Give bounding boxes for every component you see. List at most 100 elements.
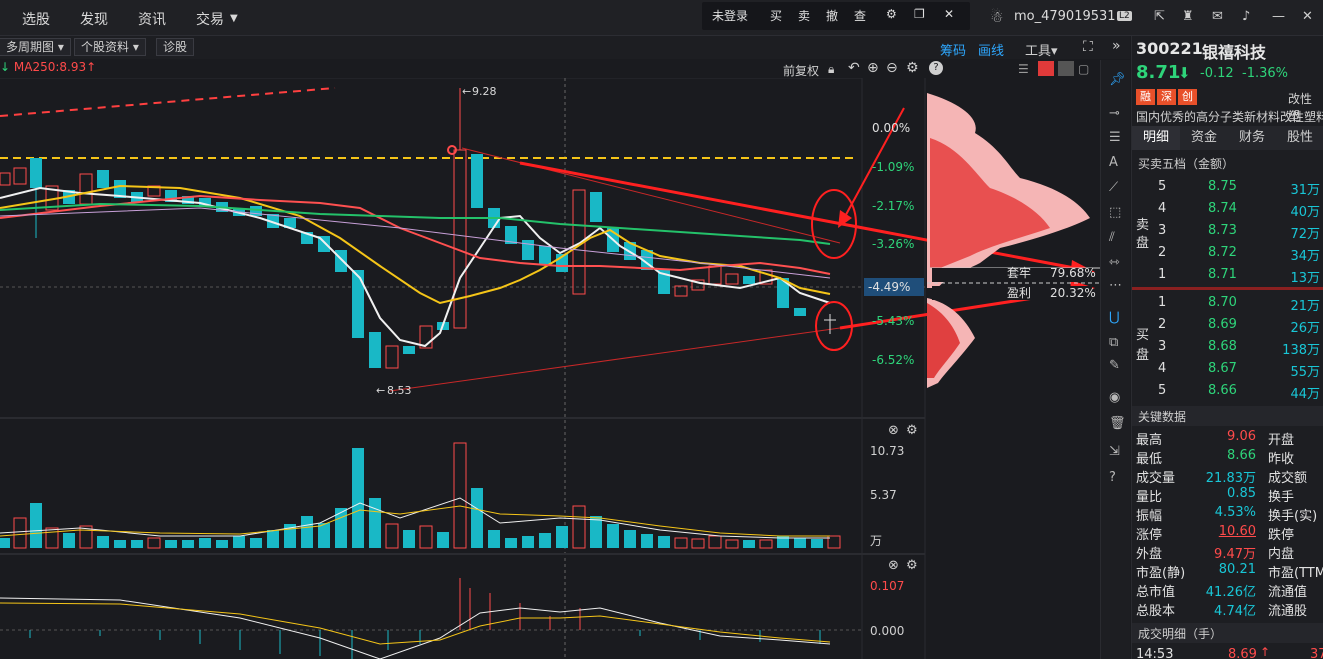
window-close-icon[interactable]: ✕ bbox=[1302, 9, 1313, 24]
draw-line-tab[interactable]: 画线 bbox=[978, 40, 1004, 59]
undo-icon[interactable]: ↶ bbox=[848, 60, 860, 76]
close-icon[interactable]: ✕ bbox=[944, 7, 954, 21]
buy-row[interactable]: 3 8.68 138万 bbox=[1132, 336, 1323, 358]
chevron-down-icon[interactable]: ▼ bbox=[230, 13, 238, 24]
low-price-value: 8.53 bbox=[387, 384, 412, 397]
text-tool-icon[interactable]: A bbox=[1109, 155, 1118, 170]
trash-icon[interactable]: 🗑︎ bbox=[1109, 416, 1126, 431]
tools-menu[interactable]: 工具▾ bbox=[1025, 40, 1058, 59]
sell-button[interactable]: 卖 bbox=[798, 7, 810, 24]
square-icon[interactable]: ▢ bbox=[1078, 62, 1089, 76]
lock-icon[interactable]: 🔒︎ bbox=[828, 62, 834, 77]
query-button[interactable]: 查 bbox=[854, 7, 866, 24]
top-navigation-bar: 选股 发现 资讯 交易 ▼ 未登录 买 卖 撤 查 ⚙ ❐ ✕ ☃ mo_479… bbox=[0, 0, 1323, 36]
tab-finance[interactable]: 财务 bbox=[1228, 126, 1276, 150]
nav-faxian[interactable]: 发现 bbox=[80, 9, 108, 29]
eye-icon[interactable]: ◉ bbox=[1109, 390, 1120, 405]
macd-settings-icon[interactable]: ⚙ bbox=[906, 558, 918, 573]
key-data-label-2: 跌停 bbox=[1268, 528, 1295, 543]
buy-amount: 26万 bbox=[1290, 321, 1320, 336]
cancel-order-button[interactable]: 撤 bbox=[826, 7, 838, 24]
sell-row[interactable]: 1 8.71 13万 bbox=[1132, 264, 1323, 286]
stock-info-button[interactable]: 个股资料 ▾ bbox=[74, 38, 146, 56]
buy-button[interactable]: 买 bbox=[770, 7, 782, 24]
fq-label[interactable]: 前复权 bbox=[783, 62, 819, 79]
pause-icon[interactable] bbox=[1058, 61, 1074, 76]
sell-price: 8.74 bbox=[1208, 201, 1237, 216]
pencil-icon[interactable]: ✎ bbox=[1109, 358, 1120, 373]
help-icon[interactable]: ? bbox=[929, 61, 943, 75]
measure-tool-icon[interactable]: ⇿ bbox=[1109, 255, 1120, 270]
stock-description: 国内优秀的高分子类新材料改性塑料 bbox=[1136, 110, 1323, 124]
gear-icon[interactable]: ⚙ bbox=[886, 7, 897, 21]
fullscreen-icon[interactable]: ⛶ bbox=[1083, 39, 1093, 55]
nav-xuangu[interactable]: 选股 bbox=[22, 9, 50, 29]
more-tools-icon[interactable]: ⋯ bbox=[1109, 278, 1122, 293]
kline-chart[interactable]: ← 9.28 ← 8.53 套牢 79.68% 盈利 20.32% bbox=[0, 78, 1100, 659]
zoom-out-icon[interactable]: ⊖ bbox=[886, 60, 898, 76]
sell-row[interactable]: 4 8.74 40万 bbox=[1132, 198, 1323, 220]
key-data-label: 成交量 bbox=[1136, 471, 1176, 486]
key-data-value: 80.21 bbox=[1218, 562, 1256, 577]
high-price-value: 9.28 bbox=[472, 85, 497, 98]
chips-tab[interactable]: 筹码 bbox=[940, 40, 966, 59]
buy-row[interactable]: 2 8.69 26万 bbox=[1132, 314, 1323, 336]
key-data-label-2: 市盈(TTM bbox=[1268, 566, 1323, 581]
tab-funds[interactable]: 资金 bbox=[1180, 126, 1228, 150]
login-status[interactable]: 未登录 bbox=[712, 7, 748, 24]
sell-price: 8.75 bbox=[1208, 179, 1237, 194]
buy-row[interactable]: 5 8.66 44万 bbox=[1132, 380, 1323, 402]
minimize-icon[interactable]: — bbox=[1272, 9, 1285, 24]
window-icon[interactable]: ❐ bbox=[914, 7, 925, 21]
chinext-badge: 创 bbox=[1178, 89, 1197, 105]
key-data-value: 41.26亿 bbox=[1205, 585, 1256, 600]
shirt-icon[interactable]: ♜ bbox=[1182, 9, 1194, 24]
sell-amount: 40万 bbox=[1290, 205, 1320, 220]
buy-row[interactable]: 4 8.67 55万 bbox=[1132, 358, 1323, 380]
export-icon[interactable]: ⇲ bbox=[1109, 444, 1120, 459]
ray-tool-icon[interactable]: ⟋ bbox=[1109, 180, 1118, 195]
axis-tick-0: 0.00% bbox=[872, 121, 911, 135]
trade-volume: 37 bbox=[1310, 647, 1323, 659]
key-data-label-2: 开盘 bbox=[1268, 433, 1295, 448]
channel-tool-icon[interactable]: ⫽ bbox=[1109, 230, 1115, 245]
key-data-value: 9.06 bbox=[1227, 429, 1256, 444]
trades-title: 成交明细（手） bbox=[1138, 627, 1223, 641]
list-icon[interactable]: ☰ bbox=[1018, 62, 1029, 76]
close-panel-icon[interactable]: ⊗ bbox=[888, 423, 899, 438]
avatar-icon[interactable]: ☃ bbox=[990, 8, 1003, 26]
sell-row[interactable]: 2 8.72 34万 bbox=[1132, 242, 1323, 264]
copy-icon[interactable]: ⧉ bbox=[1109, 335, 1118, 350]
question-icon[interactable]: ? bbox=[1109, 470, 1116, 485]
key-data-value: 9.47万 bbox=[1214, 547, 1256, 562]
buy-amount: 21万 bbox=[1290, 299, 1320, 314]
multi-period-button[interactable]: 多周期图 ▾ bbox=[0, 38, 71, 56]
pin-icon[interactable]: 📌︎ bbox=[1109, 72, 1126, 87]
rect-tool-icon[interactable]: ⬚ bbox=[1109, 205, 1121, 220]
bell-icon[interactable]: ♪ bbox=[1242, 9, 1250, 24]
panel-settings-icon[interactable]: ⚙ bbox=[906, 423, 918, 438]
nav-jiaoyi[interactable]: 交易 bbox=[196, 9, 224, 29]
tab-detail[interactable]: 明细 bbox=[1132, 126, 1180, 150]
buy-row[interactable]: 1 8.70 21万 bbox=[1132, 292, 1323, 314]
sell-row[interactable]: 3 8.73 72万 bbox=[1132, 220, 1323, 242]
close-macd-icon[interactable]: ⊗ bbox=[888, 558, 899, 573]
username[interactable]: mo_479019531 bbox=[1014, 9, 1116, 24]
mail-icon[interactable]: ✉ bbox=[1212, 9, 1223, 24]
play-icon[interactable] bbox=[1038, 61, 1054, 76]
zoom-in-icon[interactable]: ⊕ bbox=[867, 60, 879, 76]
share-icon[interactable]: ⇱ bbox=[1154, 9, 1165, 24]
buy-level: 1 bbox=[1158, 295, 1167, 310]
settings-icon[interactable]: ⚙ bbox=[906, 60, 919, 76]
nav-zixun[interactable]: 资讯 bbox=[138, 9, 166, 29]
line-tool-icon[interactable]: ⊸ bbox=[1109, 106, 1120, 121]
text-lines-icon[interactable]: ☰ bbox=[1109, 130, 1121, 145]
sell-amount: 31万 bbox=[1290, 183, 1320, 198]
diagnose-button[interactable]: 诊股 bbox=[156, 38, 195, 56]
buy-price: 8.67 bbox=[1208, 361, 1237, 376]
tab-character[interactable]: 股性 bbox=[1276, 126, 1323, 150]
sell-amount: 13万 bbox=[1290, 271, 1320, 286]
sell-row[interactable]: 5 8.75 31万 bbox=[1132, 176, 1323, 198]
collapse-panel-icon[interactable]: » bbox=[1112, 38, 1121, 54]
magnet-icon[interactable]: ⋃ bbox=[1109, 310, 1120, 325]
